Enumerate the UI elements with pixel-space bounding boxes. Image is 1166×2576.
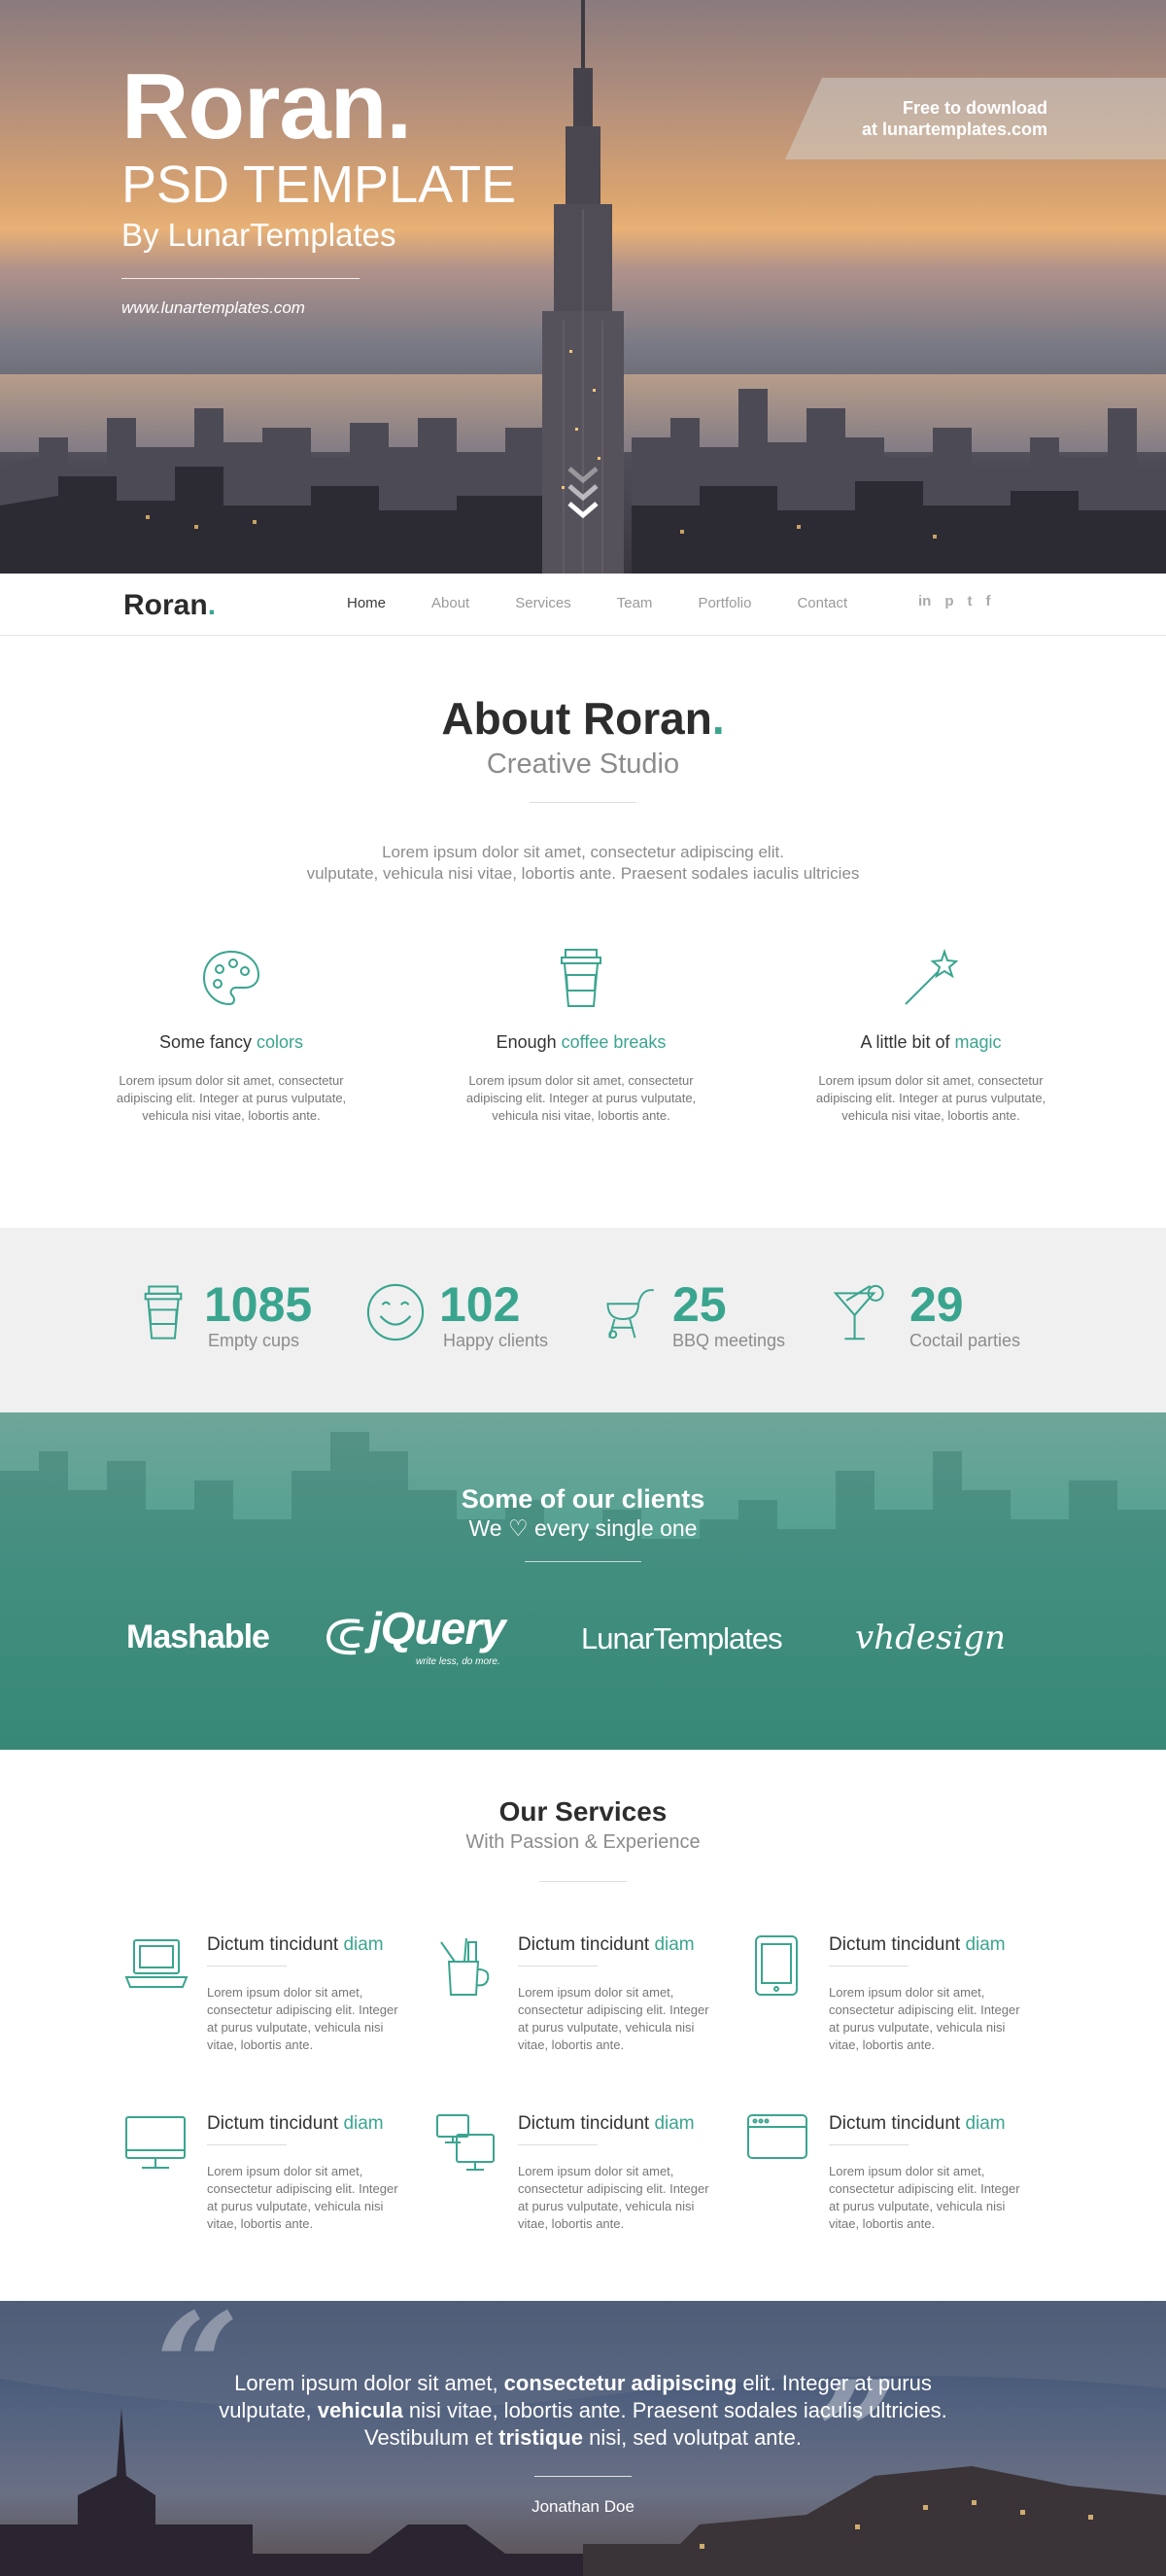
linkedin-icon[interactable]: in bbox=[918, 593, 931, 609]
twitter-icon[interactable]: t bbox=[968, 593, 973, 609]
hero-divider bbox=[121, 278, 360, 279]
service-heading: Dictum tincidunt diam bbox=[829, 1934, 1006, 1955]
client-logo-vhdesign[interactable]: vhdesign bbox=[855, 1619, 1006, 1657]
service-divider bbox=[207, 1966, 287, 1967]
about-title: About Roran. bbox=[441, 693, 725, 744]
scroll-down-chevron-icon[interactable] bbox=[566, 465, 600, 533]
services-divider bbox=[539, 1881, 627, 1882]
hero-subtitle: PSD TEMPLATE bbox=[121, 156, 517, 214]
palette-icon bbox=[202, 950, 260, 1006]
nav-item-team[interactable]: Team bbox=[617, 595, 653, 611]
nav-menu: Home About Services Team Portfolio Conta… bbox=[347, 595, 893, 611]
smiley-icon bbox=[366, 1283, 425, 1341]
clients-section: Some of our clients We ♡ every single on… bbox=[0, 1412, 1166, 1750]
service-heading: Dictum tincidunt diam bbox=[518, 2113, 695, 2134]
service-heading: Dictum tincidunt diam bbox=[207, 1934, 384, 1955]
service-text: Lorem ipsum dolor sit amet, consectetur … bbox=[207, 2164, 398, 2231]
hero-byline: By LunarTemplates bbox=[121, 217, 396, 253]
stat-label: Coctail parties bbox=[909, 1331, 1021, 1350]
service-item: Dictum tincidunt diam Lorem ipsum dolor … bbox=[435, 1934, 746, 2090]
service-text: Lorem ipsum dolor sit amet, consectetur … bbox=[829, 1985, 1020, 2052]
service-heading: Dictum tincidunt diam bbox=[207, 2113, 384, 2134]
service-item: Dictum tincidunt diam Lorem ipsum dolor … bbox=[124, 2113, 435, 2269]
main-navbar: Roran. Home About Services Team Portfoli… bbox=[0, 574, 1166, 636]
services-subtitle: With Passion & Experience bbox=[465, 1831, 701, 1853]
facebook-icon[interactable]: f bbox=[986, 593, 991, 609]
pinterest-icon[interactable]: p bbox=[944, 593, 953, 609]
cocktail-icon bbox=[834, 1284, 884, 1340]
feature-coffee: Enough coffee breaks Lorem ipsum dolor s… bbox=[455, 947, 707, 1125]
stat-label: Empty cups bbox=[208, 1331, 300, 1350]
nav-item-home[interactable]: Home bbox=[347, 595, 386, 611]
service-text: Lorem ipsum dolor sit amet, consectetur … bbox=[518, 1985, 709, 2052]
service-item: Dictum tincidunt diam Lorem ipsum dolor … bbox=[124, 1934, 435, 2090]
stat-number: 25 bbox=[672, 1277, 727, 1332]
stat-number: 102 bbox=[439, 1277, 521, 1332]
service-item: Dictum tincidunt diam Lorem ipsum dolor … bbox=[435, 2113, 746, 2269]
feature-heading: A little bit of magic bbox=[860, 1032, 1002, 1052]
stat-label: Happy clients bbox=[443, 1331, 549, 1350]
service-divider bbox=[207, 2144, 287, 2145]
pencil-cup-icon bbox=[440, 1937, 490, 1996]
services-title: Our Services bbox=[498, 1796, 668, 1827]
testimonial-section: “ ” Lorem ipsum dolor sit amet, consecte… bbox=[0, 2301, 1166, 2576]
clients-divider bbox=[525, 1561, 641, 1562]
jquery-swirl-icon bbox=[326, 1619, 364, 1655]
nav-item-about[interactable]: About bbox=[431, 595, 469, 611]
nav-item-contact[interactable]: Contact bbox=[797, 595, 847, 611]
service-divider bbox=[829, 1966, 909, 1967]
about-subtitle: Creative Studio bbox=[486, 748, 680, 780]
devices-icon bbox=[436, 2114, 495, 2171]
stat-number: 29 bbox=[909, 1277, 964, 1332]
coffee-cup-icon bbox=[144, 1285, 183, 1340]
hero-banner: Roran. PSD TEMPLATE By LunarTemplates ww… bbox=[0, 0, 1166, 574]
service-item: Dictum tincidunt diam Lorem ipsum dolor … bbox=[746, 1934, 1057, 2090]
clients-city-background bbox=[0, 1432, 1166, 1750]
feature-text: Lorem ipsum dolor sit amet, consectetur … bbox=[116, 1073, 347, 1123]
feature-heading: Some fancy colors bbox=[158, 1032, 304, 1052]
feature-colors: Some fancy colors Lorem ipsum dolor sit … bbox=[105, 947, 358, 1125]
ribbon-line-1: Free to download bbox=[902, 98, 1047, 118]
feature-text: Lorem ipsum dolor sit amet, consectetur … bbox=[815, 1073, 1046, 1123]
hero-url-link[interactable]: www.lunartemplates.com bbox=[121, 298, 516, 318]
service-text: Lorem ipsum dolor sit amet, consectetur … bbox=[518, 2164, 709, 2231]
nav-logo[interactable]: Roran. bbox=[123, 589, 216, 622]
feature-heading: Enough coffee breaks bbox=[496, 1032, 667, 1052]
social-links: in p t f bbox=[918, 593, 991, 609]
hero-brand: Roran. bbox=[121, 54, 412, 158]
testimonial-quote: Lorem ipsum dolor sit amet, consectetur … bbox=[219, 2371, 947, 2450]
feature-text: Lorem ipsum dolor sit amet, consectetur … bbox=[465, 1073, 697, 1123]
testimonial-author: Jonathan Doe bbox=[532, 2497, 634, 2516]
browser-window-icon bbox=[747, 2114, 807, 2159]
service-divider bbox=[518, 1966, 598, 1967]
testimonial-divider bbox=[534, 2476, 632, 2477]
coffee-cup-icon bbox=[561, 949, 601, 1007]
service-divider bbox=[518, 2144, 598, 2145]
ribbon-line-2: at lunartemplates.com bbox=[861, 120, 1047, 139]
service-text: Lorem ipsum dolor sit amet, consectetur … bbox=[207, 1985, 398, 2052]
feature-magic: A little bit of magic Lorem ipsum dolor … bbox=[805, 947, 1057, 1125]
service-heading: Dictum tincidunt diam bbox=[829, 2113, 1006, 2134]
clients-subtitle: We ♡ every single one bbox=[468, 1515, 698, 1541]
about-intro-text: Lorem ipsum dolor sit amet, consectetur … bbox=[306, 843, 860, 883]
about-divider bbox=[530, 802, 636, 803]
client-logo-lunartemplates[interactable]: LunarTemplates bbox=[581, 1621, 783, 1656]
service-heading: Dictum tincidunt diam bbox=[518, 1934, 695, 1955]
monitor-icon bbox=[125, 2116, 186, 2169]
service-item: Dictum tincidunt diam Lorem ipsum dolor … bbox=[746, 2113, 1057, 2269]
laptop-icon bbox=[124, 1939, 189, 1988]
service-text: Lorem ipsum dolor sit amet, consectetur … bbox=[829, 2164, 1020, 2231]
nav-item-portfolio[interactable]: Portfolio bbox=[698, 595, 751, 611]
nav-item-services[interactable]: Services bbox=[515, 595, 571, 611]
magic-wand-icon bbox=[905, 948, 959, 1005]
service-divider bbox=[829, 2144, 909, 2145]
stat-label: BBQ meetings bbox=[672, 1331, 786, 1350]
stat-number: 1085 bbox=[204, 1277, 313, 1332]
tablet-icon bbox=[755, 1935, 798, 1996]
client-logo-mashable[interactable]: Mashable bbox=[126, 1619, 270, 1656]
clients-title: Some of our clients bbox=[461, 1484, 705, 1514]
download-ribbon[interactable]: Free to download at lunartemplates.com bbox=[785, 78, 1166, 159]
grill-icon bbox=[606, 1289, 654, 1340]
stats-band: 1085 Empty cups 102 Happy clients 25 BBQ… bbox=[0, 1228, 1166, 1412]
